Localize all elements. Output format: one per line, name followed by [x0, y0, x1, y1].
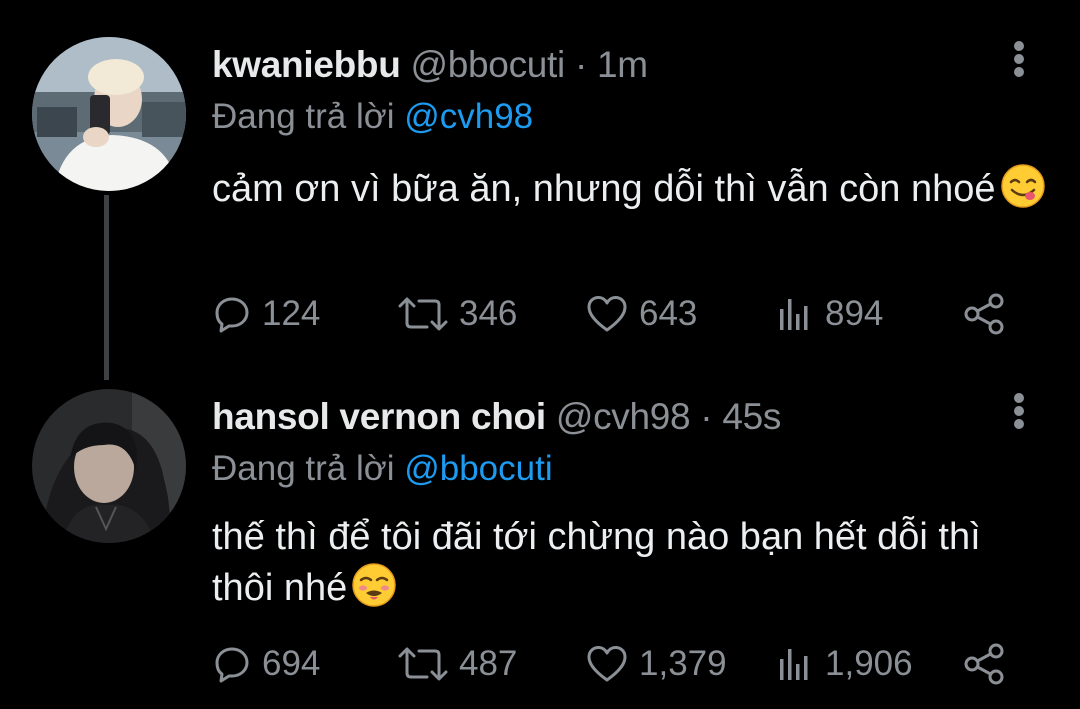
tweet-text-body: thế thì để tôi đãi tới chừng nào bạn hết…: [212, 516, 981, 609]
timestamp[interactable]: 1m: [597, 44, 648, 85]
reply-button[interactable]: 694: [212, 638, 320, 690]
user-handle[interactable]: @cvh98: [556, 396, 691, 437]
tweet-text-body: cảm ơn vì bữa ăn, nhưng dỗi thì vẫn còn …: [212, 168, 996, 210]
retweet-icon: [397, 294, 449, 334]
tweet-text: thế thì để tôi đãi tới chừng nào bạn hết…: [212, 513, 1052, 613]
avatar-image: [32, 389, 186, 543]
reply-icon: [212, 294, 252, 334]
share-icon: [962, 642, 1006, 686]
separator-dot: ·: [700, 396, 713, 437]
retweet-count: 487: [459, 644, 518, 683]
avatar-image: [32, 37, 186, 191]
tweet-hansol-vernon-choi[interactable]: hansol vernon choi @cvh98 · 45s Đang trả…: [0, 370, 1080, 709]
separator-dot: ·: [574, 44, 587, 85]
avatar-kwaniebbu[interactable]: [32, 37, 186, 191]
tweet-actions: 124 346 643 894: [0, 288, 1080, 340]
reply-count: 694: [262, 644, 321, 683]
heart-icon: [585, 644, 629, 684]
tweet-header: kwaniebbu @bbocuti · 1m: [212, 44, 648, 86]
face-savoring-food-emoji: [1000, 163, 1046, 209]
like-count: 643: [639, 294, 698, 333]
views-chart-icon: [775, 644, 815, 684]
tweet-kwaniebbu[interactable]: kwaniebbu @bbocuti · 1m Đang trả lời @cv…: [0, 0, 1080, 380]
retweet-icon: [397, 644, 449, 684]
retweet-button[interactable]: 346: [397, 288, 517, 340]
more-options-icon[interactable]: [1004, 393, 1034, 437]
smiling-face-with-tear-emoji: [351, 562, 397, 608]
share-button[interactable]: [962, 638, 1006, 690]
tweet-header: hansol vernon choi @cvh98 · 45s: [212, 396, 781, 438]
views-button[interactable]: 1,906: [775, 638, 913, 690]
heart-icon: [585, 294, 629, 334]
replying-to: Đang trả lời @bbocuti: [212, 449, 553, 489]
views-count: 1,906: [825, 644, 913, 683]
share-icon: [962, 292, 1006, 336]
like-button[interactable]: 643: [585, 288, 697, 340]
display-name[interactable]: hansol vernon choi: [212, 396, 546, 437]
user-handle[interactable]: @bbocuti: [410, 44, 565, 85]
replying-to-mention[interactable]: @cvh98: [404, 97, 533, 136]
avatar-hansol-vernon-choi[interactable]: [32, 389, 186, 543]
share-button[interactable]: [962, 288, 1006, 340]
views-count: 894: [825, 294, 884, 333]
views-chart-icon: [775, 294, 815, 334]
tweet-actions: 694 487 1,379 1,906: [0, 638, 1080, 690]
display-name[interactable]: kwaniebbu: [212, 44, 401, 85]
like-button[interactable]: 1,379: [585, 638, 727, 690]
replying-to-mention[interactable]: @bbocuti: [404, 449, 552, 488]
replying-to-label: Đang trả lời: [212, 449, 395, 488]
reply-button[interactable]: 124: [212, 288, 320, 340]
replying-to-label: Đang trả lời: [212, 97, 395, 136]
like-count: 1,379: [639, 644, 727, 683]
retweet-button[interactable]: 487: [397, 638, 517, 690]
reply-count: 124: [262, 294, 321, 333]
timestamp[interactable]: 45s: [722, 396, 781, 437]
tweet-text: cảm ơn vì bữa ăn, nhưng dỗi thì vẫn còn …: [212, 163, 1052, 214]
views-button[interactable]: 894: [775, 288, 883, 340]
more-options-icon[interactable]: [1004, 41, 1034, 85]
reply-icon: [212, 644, 252, 684]
retweet-count: 346: [459, 294, 518, 333]
replying-to: Đang trả lời @cvh98: [212, 97, 533, 137]
